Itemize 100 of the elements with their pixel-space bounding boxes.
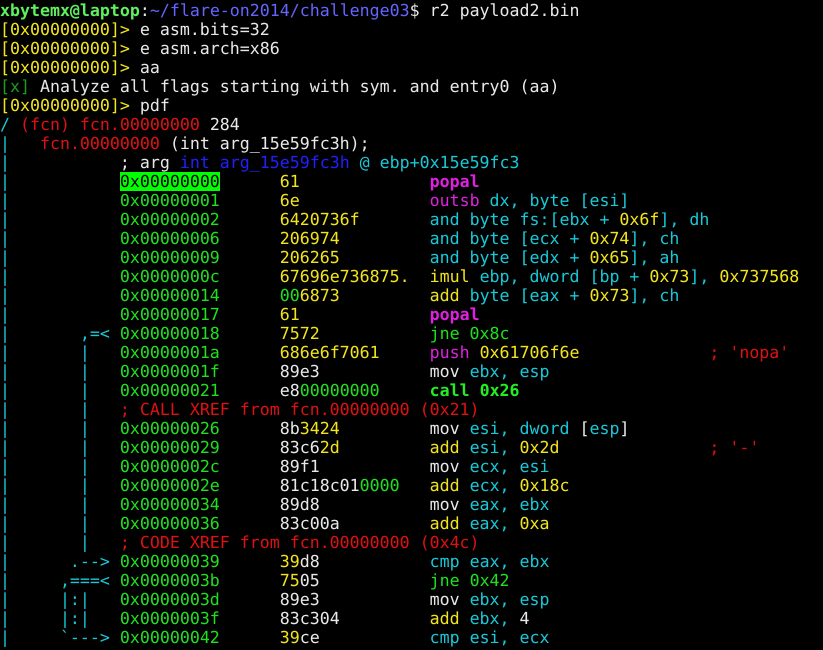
terminal-text: / xyxy=(0,115,10,134)
terminal-text: 4 xyxy=(520,609,530,628)
terminal-text: popal xyxy=(428,172,480,191)
terminal-text: ; arg xyxy=(118,153,170,172)
terminal-text: | xyxy=(0,134,10,153)
terminal-text: | | xyxy=(0,400,91,419)
terminal-text: : xyxy=(140,1,150,20)
terminal-text: d8 xyxy=(300,552,320,571)
terminal-text: e asm.arch=x86 xyxy=(138,39,280,58)
terminal-text: esi, xyxy=(468,438,511,457)
terminal-text: popal xyxy=(428,305,480,324)
terminal-text: ], ch xyxy=(629,229,680,248)
terminal-text: ebx, esp xyxy=(468,362,550,381)
terminal-text: 0x00000034 xyxy=(120,495,220,514)
terminal-text: 284 xyxy=(208,115,240,134)
terminal-text: mov xyxy=(428,419,460,438)
terminal-text: 3424 xyxy=(300,419,340,438)
terminal-text: | |:| xyxy=(0,590,91,609)
terminal-text: 00000000 xyxy=(300,381,380,400)
terminal-text: ], ah xyxy=(629,248,680,267)
terminal-text: ebx, esp xyxy=(468,590,550,609)
terminal-text: 0x0000003d xyxy=(120,590,220,609)
terminal-text: e8 xyxy=(278,381,300,400)
terminal-text: 39 xyxy=(278,552,300,571)
terminal-text: mov xyxy=(428,590,460,609)
terminal-text: mov xyxy=(428,457,460,476)
terminal-text: 0x6f xyxy=(619,210,660,229)
terminal-text: and byte [ecx + xyxy=(428,229,580,248)
terminal-text: ], xyxy=(689,267,710,286)
terminal-text: mov xyxy=(428,362,460,381)
terminal-text: ], dh xyxy=(659,210,710,229)
terminal-text: 6e xyxy=(278,191,300,210)
terminal-text: Analyze all flags starting with sym. and entry0 (aa) xyxy=(38,77,560,96)
terminal-text: 0x61706f6e xyxy=(478,343,580,362)
terminal-text: ce xyxy=(300,628,320,647)
terminal-text: 89e3 xyxy=(278,362,320,381)
terminal-text: fcn.00000000 xyxy=(38,134,160,153)
terminal-text: 0x0000002c xyxy=(120,457,220,476)
terminal-text: 61 xyxy=(278,305,300,324)
terminal-text: (fcn) fcn.00000000 xyxy=(18,115,200,134)
terminal-text: 0x0000003f xyxy=(120,609,220,628)
terminal-text: eax, xyxy=(468,514,511,533)
terminal-text: 0x00000014 xyxy=(120,286,220,305)
terminal-text: $ r2 payload2.bin xyxy=(410,1,580,20)
terminal-text: byte [eax + xyxy=(468,286,580,305)
terminal-text: 0x00000042 xyxy=(120,628,220,647)
terminal-text: eax, ebx xyxy=(468,495,550,514)
terminal-text: 0x0000002e xyxy=(120,476,220,495)
terminal-text: 0x00000006 xyxy=(120,229,220,248)
terminal-text: 0x00000009 xyxy=(120,248,220,267)
terminal-text: ~/flare-on2014/challenge03 xyxy=(150,1,410,20)
terminal-text: 0x00000001 xyxy=(120,191,220,210)
terminal-text: 75 xyxy=(278,571,300,590)
terminal-text: push xyxy=(428,343,470,362)
terminal-text: 81c18c01 xyxy=(278,476,360,495)
terminal-text: 686e6f7061 xyxy=(278,343,380,362)
terminal-text: and byte [edx + xyxy=(428,248,580,267)
terminal-text: 0x0000000c xyxy=(120,267,220,286)
terminal-text: dx, byte [esi] xyxy=(488,191,630,210)
terminal-text: [x] xyxy=(0,77,30,96)
terminal-text: ; '-' xyxy=(708,438,760,457)
terminal-text: 89d8 xyxy=(278,495,320,514)
terminal-text: 0x00000026 xyxy=(120,419,220,438)
terminal-text: 8b xyxy=(278,419,300,438)
terminal-text: 0x65 xyxy=(589,248,630,267)
terminal-text: jne 0x42 xyxy=(428,571,510,590)
terminal-text: 0x74 xyxy=(589,229,630,248)
terminal-text: [0x00000000]> xyxy=(0,96,130,115)
terminal-text: imul xyxy=(428,267,470,286)
terminal-text: xbytemx@laptop xyxy=(0,1,140,20)
terminal-text: | ,=< xyxy=(0,324,111,343)
terminal-text: 83c6 xyxy=(278,438,320,457)
terminal-text: 0x00000002 xyxy=(120,210,220,229)
terminal-text: 2d xyxy=(320,438,340,457)
terminal-text: e asm.bits=32 xyxy=(138,20,270,39)
terminal-text: 6873 xyxy=(300,286,340,305)
terminal-text: | | xyxy=(0,343,91,362)
terminal-text: ecx, xyxy=(468,476,511,495)
terminal-text: add xyxy=(428,476,460,495)
terminal-text: ; CODE XREF from fcn.00000000 (0x4c) xyxy=(120,533,480,552)
terminal-text: 00 xyxy=(278,286,300,305)
terminal-text: | .--> xyxy=(0,552,111,571)
terminal-text: 7572 xyxy=(278,324,320,343)
terminal-text: 39 xyxy=(278,628,300,647)
terminal-text: 0x73 xyxy=(589,286,630,305)
terminal-text: ebx, xyxy=(468,609,511,628)
terminal-text: 0x2d xyxy=(520,438,560,457)
terminal-text: | xyxy=(0,305,11,324)
terminal-text: 0x0000001a xyxy=(120,343,220,362)
terminal-text: cmp eax, ebx xyxy=(428,552,550,571)
terminal-text: 0x73 xyxy=(649,267,690,286)
terminal-text: | xyxy=(0,191,11,210)
terminal-text: | xyxy=(0,153,10,172)
terminal-text: ; 'nopa' xyxy=(708,343,790,362)
terminal-text: 05 xyxy=(300,571,320,590)
terminal-text: 0x00000039 xyxy=(120,552,220,571)
terminal-text: call 0x26 xyxy=(428,381,520,400)
terminal-text: | | xyxy=(0,495,91,514)
terminal-text: | xyxy=(0,248,11,267)
terminal-text: 83c00a xyxy=(278,514,340,533)
